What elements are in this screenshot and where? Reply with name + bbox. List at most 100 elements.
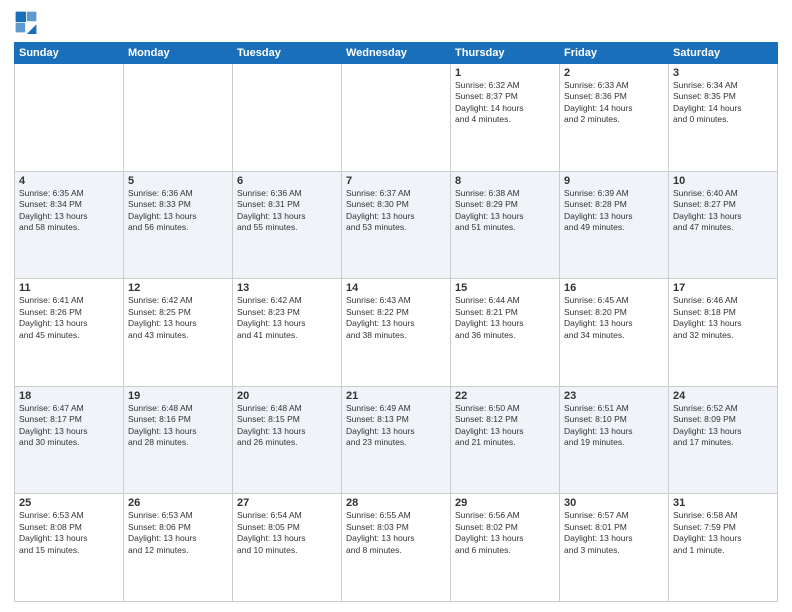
day-cell: 19Sunrise: 6:48 AM Sunset: 8:16 PM Dayli… xyxy=(124,386,233,494)
day-cell: 29Sunrise: 6:56 AM Sunset: 8:02 PM Dayli… xyxy=(451,494,560,602)
day-number: 28 xyxy=(346,497,446,509)
day-cell: 11Sunrise: 6:41 AM Sunset: 8:26 PM Dayli… xyxy=(15,279,124,387)
calendar: SundayMondayTuesdayWednesdayThursdayFrid… xyxy=(14,42,778,602)
day-info: Sunrise: 6:38 AM Sunset: 8:29 PM Dayligh… xyxy=(455,188,555,234)
day-info: Sunrise: 6:48 AM Sunset: 8:16 PM Dayligh… xyxy=(128,403,228,449)
day-info: Sunrise: 6:36 AM Sunset: 8:31 PM Dayligh… xyxy=(237,188,337,234)
day-info: Sunrise: 6:48 AM Sunset: 8:15 PM Dayligh… xyxy=(237,403,337,449)
day-cell: 9Sunrise: 6:39 AM Sunset: 8:28 PM Daylig… xyxy=(560,171,669,279)
day-header-tuesday: Tuesday xyxy=(233,43,342,64)
day-number: 7 xyxy=(346,175,446,187)
day-cell xyxy=(342,64,451,172)
day-info: Sunrise: 6:42 AM Sunset: 8:23 PM Dayligh… xyxy=(237,295,337,341)
day-cell: 28Sunrise: 6:55 AM Sunset: 8:03 PM Dayli… xyxy=(342,494,451,602)
day-info: Sunrise: 6:32 AM Sunset: 8:37 PM Dayligh… xyxy=(455,80,555,126)
day-cell: 21Sunrise: 6:49 AM Sunset: 8:13 PM Dayli… xyxy=(342,386,451,494)
day-cell: 4Sunrise: 6:35 AM Sunset: 8:34 PM Daylig… xyxy=(15,171,124,279)
day-info: Sunrise: 6:51 AM Sunset: 8:10 PM Dayligh… xyxy=(564,403,664,449)
day-cell: 6Sunrise: 6:36 AM Sunset: 8:31 PM Daylig… xyxy=(233,171,342,279)
day-info: Sunrise: 6:41 AM Sunset: 8:26 PM Dayligh… xyxy=(19,295,119,341)
day-info: Sunrise: 6:58 AM Sunset: 7:59 PM Dayligh… xyxy=(673,510,773,556)
day-cell xyxy=(233,64,342,172)
day-info: Sunrise: 6:46 AM Sunset: 8:18 PM Dayligh… xyxy=(673,295,773,341)
logo xyxy=(14,10,40,34)
day-number: 3 xyxy=(673,67,773,79)
day-number: 19 xyxy=(128,390,228,402)
day-header-monday: Monday xyxy=(124,43,233,64)
page: SundayMondayTuesdayWednesdayThursdayFrid… xyxy=(0,0,792,612)
day-number: 20 xyxy=(237,390,337,402)
day-number: 9 xyxy=(564,175,664,187)
day-info: Sunrise: 6:36 AM Sunset: 8:33 PM Dayligh… xyxy=(128,188,228,234)
day-info: Sunrise: 6:53 AM Sunset: 8:06 PM Dayligh… xyxy=(128,510,228,556)
day-number: 24 xyxy=(673,390,773,402)
day-number: 13 xyxy=(237,282,337,294)
header xyxy=(14,10,778,34)
week-row-5: 25Sunrise: 6:53 AM Sunset: 8:08 PM Dayli… xyxy=(15,494,778,602)
day-header-friday: Friday xyxy=(560,43,669,64)
day-number: 6 xyxy=(237,175,337,187)
day-info: Sunrise: 6:44 AM Sunset: 8:21 PM Dayligh… xyxy=(455,295,555,341)
day-cell xyxy=(124,64,233,172)
day-number: 16 xyxy=(564,282,664,294)
header-row: SundayMondayTuesdayWednesdayThursdayFrid… xyxy=(15,43,778,64)
day-number: 31 xyxy=(673,497,773,509)
day-info: Sunrise: 6:54 AM Sunset: 8:05 PM Dayligh… xyxy=(237,510,337,556)
day-cell: 14Sunrise: 6:43 AM Sunset: 8:22 PM Dayli… xyxy=(342,279,451,387)
day-cell: 24Sunrise: 6:52 AM Sunset: 8:09 PM Dayli… xyxy=(669,386,778,494)
day-cell: 25Sunrise: 6:53 AM Sunset: 8:08 PM Dayli… xyxy=(15,494,124,602)
day-info: Sunrise: 6:49 AM Sunset: 8:13 PM Dayligh… xyxy=(346,403,446,449)
day-cell: 10Sunrise: 6:40 AM Sunset: 8:27 PM Dayli… xyxy=(669,171,778,279)
day-number: 12 xyxy=(128,282,228,294)
day-number: 4 xyxy=(19,175,119,187)
day-number: 15 xyxy=(455,282,555,294)
day-cell: 27Sunrise: 6:54 AM Sunset: 8:05 PM Dayli… xyxy=(233,494,342,602)
day-info: Sunrise: 6:45 AM Sunset: 8:20 PM Dayligh… xyxy=(564,295,664,341)
day-number: 17 xyxy=(673,282,773,294)
day-cell: 5Sunrise: 6:36 AM Sunset: 8:33 PM Daylig… xyxy=(124,171,233,279)
day-number: 14 xyxy=(346,282,446,294)
day-number: 8 xyxy=(455,175,555,187)
day-header-sunday: Sunday xyxy=(15,43,124,64)
day-cell: 17Sunrise: 6:46 AM Sunset: 8:18 PM Dayli… xyxy=(669,279,778,387)
day-header-saturday: Saturday xyxy=(669,43,778,64)
day-info: Sunrise: 6:47 AM Sunset: 8:17 PM Dayligh… xyxy=(19,403,119,449)
day-number: 21 xyxy=(346,390,446,402)
week-row-1: 1Sunrise: 6:32 AM Sunset: 8:37 PM Daylig… xyxy=(15,64,778,172)
day-number: 26 xyxy=(128,497,228,509)
day-info: Sunrise: 6:39 AM Sunset: 8:28 PM Dayligh… xyxy=(564,188,664,234)
day-number: 11 xyxy=(19,282,119,294)
day-info: Sunrise: 6:33 AM Sunset: 8:36 PM Dayligh… xyxy=(564,80,664,126)
day-header-thursday: Thursday xyxy=(451,43,560,64)
day-cell: 1Sunrise: 6:32 AM Sunset: 8:37 PM Daylig… xyxy=(451,64,560,172)
week-row-2: 4Sunrise: 6:35 AM Sunset: 8:34 PM Daylig… xyxy=(15,171,778,279)
day-number: 25 xyxy=(19,497,119,509)
day-info: Sunrise: 6:40 AM Sunset: 8:27 PM Dayligh… xyxy=(673,188,773,234)
day-info: Sunrise: 6:35 AM Sunset: 8:34 PM Dayligh… xyxy=(19,188,119,234)
day-info: Sunrise: 6:55 AM Sunset: 8:03 PM Dayligh… xyxy=(346,510,446,556)
day-info: Sunrise: 6:37 AM Sunset: 8:30 PM Dayligh… xyxy=(346,188,446,234)
day-header-wednesday: Wednesday xyxy=(342,43,451,64)
day-cell: 3Sunrise: 6:34 AM Sunset: 8:35 PM Daylig… xyxy=(669,64,778,172)
day-cell: 30Sunrise: 6:57 AM Sunset: 8:01 PM Dayli… xyxy=(560,494,669,602)
day-cell: 18Sunrise: 6:47 AM Sunset: 8:17 PM Dayli… xyxy=(15,386,124,494)
day-cell: 22Sunrise: 6:50 AM Sunset: 8:12 PM Dayli… xyxy=(451,386,560,494)
day-info: Sunrise: 6:57 AM Sunset: 8:01 PM Dayligh… xyxy=(564,510,664,556)
day-cell: 7Sunrise: 6:37 AM Sunset: 8:30 PM Daylig… xyxy=(342,171,451,279)
day-number: 23 xyxy=(564,390,664,402)
day-number: 2 xyxy=(564,67,664,79)
day-number: 22 xyxy=(455,390,555,402)
day-cell xyxy=(15,64,124,172)
day-cell: 20Sunrise: 6:48 AM Sunset: 8:15 PM Dayli… xyxy=(233,386,342,494)
day-info: Sunrise: 6:43 AM Sunset: 8:22 PM Dayligh… xyxy=(346,295,446,341)
day-info: Sunrise: 6:42 AM Sunset: 8:25 PM Dayligh… xyxy=(128,295,228,341)
day-cell: 12Sunrise: 6:42 AM Sunset: 8:25 PM Dayli… xyxy=(124,279,233,387)
day-cell: 23Sunrise: 6:51 AM Sunset: 8:10 PM Dayli… xyxy=(560,386,669,494)
day-info: Sunrise: 6:53 AM Sunset: 8:08 PM Dayligh… xyxy=(19,510,119,556)
day-cell: 26Sunrise: 6:53 AM Sunset: 8:06 PM Dayli… xyxy=(124,494,233,602)
day-info: Sunrise: 6:56 AM Sunset: 8:02 PM Dayligh… xyxy=(455,510,555,556)
day-number: 18 xyxy=(19,390,119,402)
week-row-4: 18Sunrise: 6:47 AM Sunset: 8:17 PM Dayli… xyxy=(15,386,778,494)
day-cell: 31Sunrise: 6:58 AM Sunset: 7:59 PM Dayli… xyxy=(669,494,778,602)
day-info: Sunrise: 6:34 AM Sunset: 8:35 PM Dayligh… xyxy=(673,80,773,126)
